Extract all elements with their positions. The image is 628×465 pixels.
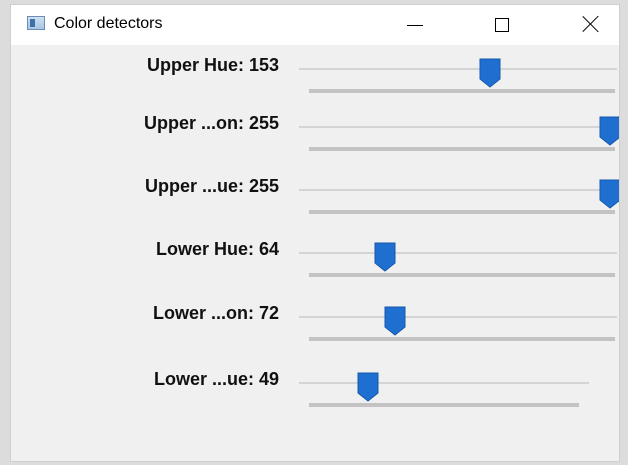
trackbar-thumb[interactable] [357,372,379,402]
trackbar-lower-hue: Lower Hue: 64 [11,239,619,299]
trackbar-track[interactable] [299,126,617,128]
trackbar-baseline [309,147,615,151]
trackbar-label: Lower ...on: 72 [152,303,279,323]
trackbar-label: Lower ...ue: 49 [153,369,279,389]
minimize-icon [407,25,423,26]
trackbar-thumb[interactable] [599,179,619,209]
trackbar-track[interactable] [299,382,589,384]
trackbar-baseline [309,273,615,277]
trackbar-baseline [309,403,579,407]
trackbar-track[interactable] [299,252,617,254]
trackbar-lower-value: Lower ...ue: 49 [11,369,619,429]
close-icon [581,14,601,34]
trackbar-label: Upper ...ue: 255 [144,176,279,196]
app-window-icon [27,16,45,30]
trackbar-lower-saturation: Lower ...on: 72 [11,303,619,363]
trackbar-thumb[interactable] [599,116,619,146]
color-detectors-window: Color detectors Upper Hue: 153 Upper ...… [10,4,620,462]
trackbar-baseline [309,337,615,341]
maximize-button[interactable] [479,5,525,45]
trackbar-baseline [309,89,615,93]
minimize-button[interactable] [391,5,437,45]
trackbar-thumb[interactable] [479,58,501,88]
trackbar-track[interactable] [299,68,617,70]
maximize-icon [495,18,509,32]
trackbar-label: Upper ...on: 255 [143,113,279,133]
trackbar-upper-hue: Upper Hue: 153 [11,55,619,115]
trackbar-label: Upper Hue: 153 [146,55,279,75]
trackbar-upper-saturation: Upper ...on: 255 [11,113,619,173]
trackbar-thumb[interactable] [384,306,406,336]
window-title: Color detectors [54,15,163,32]
title-bar[interactable]: Color detectors [11,5,619,45]
trackbar-baseline [309,210,615,214]
trackbar-track[interactable] [299,316,617,318]
trackbar-thumb[interactable] [374,242,396,272]
trackbar-upper-value: Upper ...ue: 255 [11,176,619,236]
trackbar-track[interactable] [299,189,617,191]
close-button[interactable] [567,5,613,45]
trackbar-label: Lower Hue: 64 [155,239,279,259]
